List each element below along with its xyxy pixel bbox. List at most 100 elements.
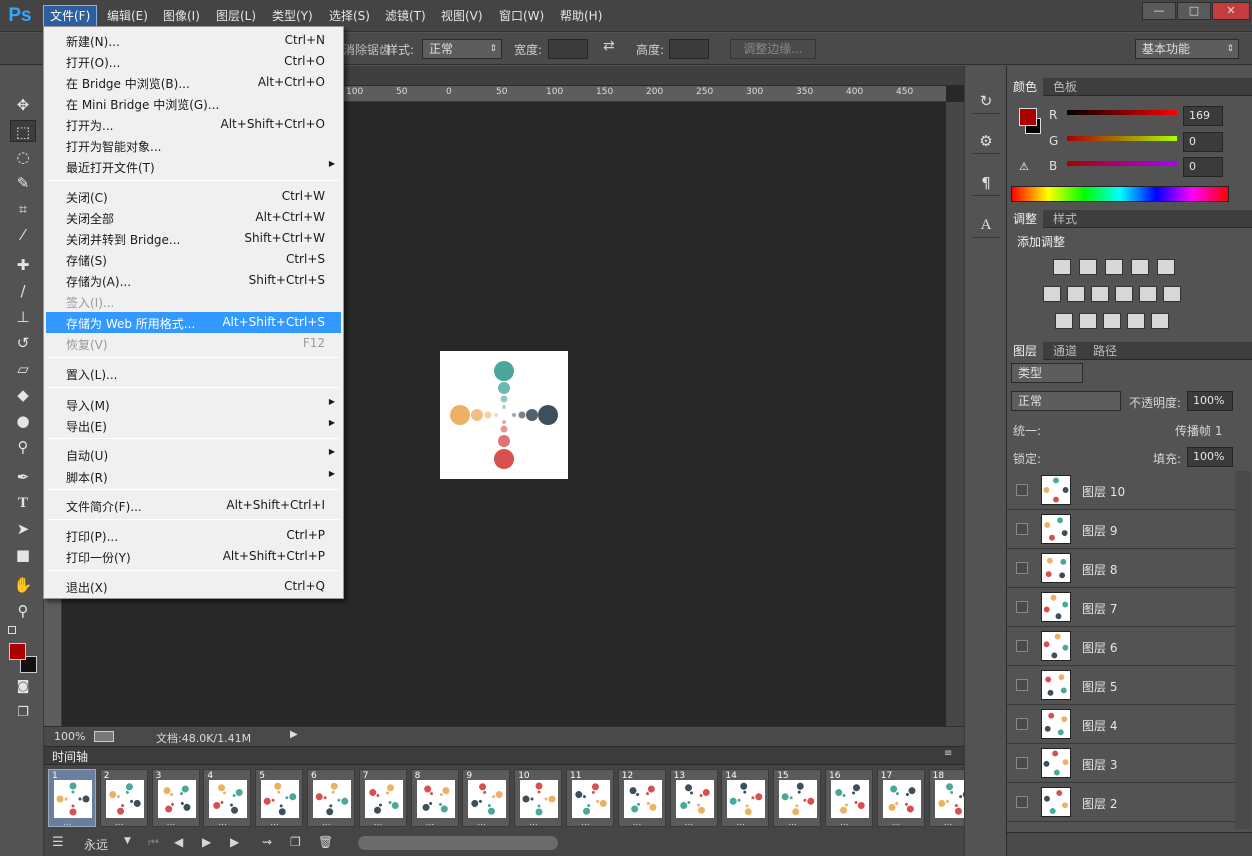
shape-tool-icon[interactable]: ■	[10, 544, 36, 566]
workspace-select[interactable]: 基本功能 ⇕	[1135, 39, 1239, 59]
loop-select[interactable]: 永远	[84, 836, 108, 853]
canvas-image[interactable]	[440, 351, 568, 479]
timeline-frame[interactable]: 7...	[358, 769, 407, 828]
visibility-toggle[interactable]	[1016, 562, 1028, 574]
tween-icon[interactable]: ⇝	[262, 835, 272, 849]
gamut-warning-icon[interactable]: ⚠	[1019, 160, 1029, 173]
healing-tool-icon[interactable]: ✚	[10, 254, 36, 276]
stamp-tool-icon[interactable]: ⊥	[10, 306, 36, 328]
file-menu-item[interactable]: 最近打开文件(T) ▶	[46, 156, 341, 177]
layer-row[interactable]: 图层 8	[1007, 549, 1235, 588]
posterize-icon[interactable]	[1079, 313, 1097, 329]
height-input[interactable]	[669, 39, 709, 59]
swap-icon[interactable]: ⇄	[603, 38, 615, 54]
frame-delay[interactable]: ...	[581, 818, 590, 828]
vibrance-icon[interactable]	[1157, 259, 1175, 275]
visibility-toggle[interactable]	[1016, 796, 1028, 808]
timeline-frame[interactable]: 13...	[669, 769, 718, 828]
timeline-frame[interactable]: 16...	[825, 769, 873, 828]
type-tool-icon[interactable]: T	[10, 492, 36, 514]
r-slider[interactable]	[1067, 110, 1177, 115]
color-spectrum[interactable]	[1011, 186, 1229, 202]
file-menu-item[interactable]: 打开为... Alt+Shift+Ctrl+O	[46, 114, 341, 135]
dropdown-arrow-icon[interactable]: ▼	[124, 836, 131, 846]
selective-color-icon[interactable]	[1127, 313, 1145, 329]
hand-tool-icon[interactable]: ✋	[10, 574, 36, 596]
g-slider[interactable]	[1067, 136, 1177, 141]
tab-paths[interactable]: 路径	[1087, 342, 1123, 360]
hue-icon[interactable]	[1043, 286, 1061, 302]
frame-delay[interactable]: ...	[218, 818, 227, 828]
zoom-tool-icon[interactable]: ⚲	[10, 600, 36, 622]
foreground-color-swatch[interactable]	[9, 643, 26, 660]
file-menu-item[interactable]: 关闭并转到 Bridge... Shift+Ctrl+W	[46, 228, 341, 249]
duplicate-frame-icon[interactable]: ❐	[290, 835, 301, 849]
blend-mode-select[interactable]: 正常	[1011, 391, 1121, 411]
crop-tool-icon[interactable]: ⌗	[10, 198, 36, 220]
layer-row[interactable]: 图层 7	[1007, 588, 1235, 627]
curves-icon[interactable]	[1105, 259, 1123, 275]
frame-delay[interactable]: ...	[736, 818, 745, 828]
menu-filter[interactable]: 滤镜(T)	[379, 6, 432, 26]
menu-select[interactable]: 选择(S)	[323, 6, 376, 26]
file-menu-item[interactable]: 脚本(R) ▶	[46, 466, 341, 487]
tab-color[interactable]: 颜色	[1007, 78, 1044, 96]
close-button[interactable]: ✕	[1212, 2, 1250, 20]
visibility-toggle[interactable]	[1016, 718, 1028, 730]
menu-file[interactable]: 文件(F)	[42, 5, 98, 27]
timeline-frame[interactable]: 17...	[876, 769, 925, 828]
layer-row[interactable]: 图层 5	[1007, 666, 1235, 705]
menu-view[interactable]: 视图(V)	[435, 6, 489, 26]
tab-layers[interactable]: 图层	[1007, 342, 1044, 360]
file-menu-item[interactable]: 导入(M) ▶	[46, 394, 341, 415]
frame-delay[interactable]: ...	[529, 818, 538, 828]
style-select[interactable]: 正常 ⇕	[422, 39, 502, 59]
next-frame-icon[interactable]: ▶	[230, 835, 239, 849]
history-brush-tool-icon[interactable]: ↺	[10, 332, 36, 354]
timeline-frame[interactable]: 11...	[566, 769, 614, 828]
propagate-frame[interactable]: 传播帧 1	[1175, 422, 1222, 439]
frame-delay[interactable]: ...	[167, 818, 176, 828]
file-menu-item[interactable]: 关闭(C) Ctrl+W	[46, 186, 341, 207]
b-slider[interactable]	[1067, 161, 1177, 166]
menu-layer[interactable]: 图层(L)	[210, 6, 262, 26]
file-menu-item[interactable]: 存储为(A)... Shift+Ctrl+S	[46, 270, 341, 291]
timeline-title[interactable]: 时间轴	[52, 748, 88, 765]
opacity-value[interactable]: 100%	[1187, 391, 1233, 411]
gradient-map-icon[interactable]	[1151, 313, 1169, 329]
timeline-scrollbar[interactable]	[358, 836, 558, 850]
visibility-toggle[interactable]	[1016, 484, 1028, 496]
tab-swatches[interactable]: 色板	[1047, 78, 1083, 96]
color-lookup-icon[interactable]	[1163, 286, 1181, 302]
menu-help[interactable]: 帮助(H)	[554, 6, 608, 26]
vertical-scrollbar[interactable]	[946, 102, 964, 726]
layer-row[interactable]: 图层 3	[1007, 744, 1235, 783]
invert-icon[interactable]	[1055, 313, 1073, 329]
b-value[interactable]: 0	[1183, 157, 1223, 177]
file-menu-item[interactable]: 打印(P)... Ctrl+P	[46, 525, 341, 546]
g-value[interactable]: 0	[1183, 132, 1223, 152]
tab-styles[interactable]: 样式	[1047, 210, 1083, 228]
minimize-button[interactable]: —	[1142, 2, 1176, 20]
marquee-tool-icon[interactable]: ⬚	[10, 120, 36, 142]
frame-delay[interactable]: ...	[477, 818, 486, 828]
brush-tool-icon[interactable]: ∕	[10, 280, 36, 302]
menu-type[interactable]: 类型(Y)	[266, 6, 319, 26]
timeline-frame[interactable]: 10...	[514, 769, 563, 828]
frame-delay[interactable]: ...	[63, 818, 72, 828]
visibility-toggle[interactable]	[1016, 757, 1028, 769]
screen-mode-icon[interactable]: ❐	[10, 702, 36, 724]
paragraph-panel-icon[interactable]: ¶	[972, 170, 1000, 196]
first-frame-icon[interactable]: ⏮	[148, 835, 159, 850]
levels-icon[interactable]	[1079, 259, 1097, 275]
layer-row[interactable]: 图层 2	[1007, 783, 1235, 822]
quick-select-tool-icon[interactable]: ✎	[10, 172, 36, 194]
file-menu-item[interactable]: 导出(E) ▶	[46, 415, 341, 436]
file-menu-item[interactable]: 新建(N)... Ctrl+N	[46, 30, 341, 51]
frame-delay[interactable]: ...	[944, 818, 953, 828]
frame-delay[interactable]: ...	[685, 818, 694, 828]
menu-image[interactable]: 图像(I)	[157, 6, 206, 26]
timeline-frame[interactable]: 14...	[721, 769, 770, 828]
menu-window[interactable]: 窗口(W)	[493, 6, 550, 26]
prev-frame-icon[interactable]: ◀	[174, 835, 183, 849]
